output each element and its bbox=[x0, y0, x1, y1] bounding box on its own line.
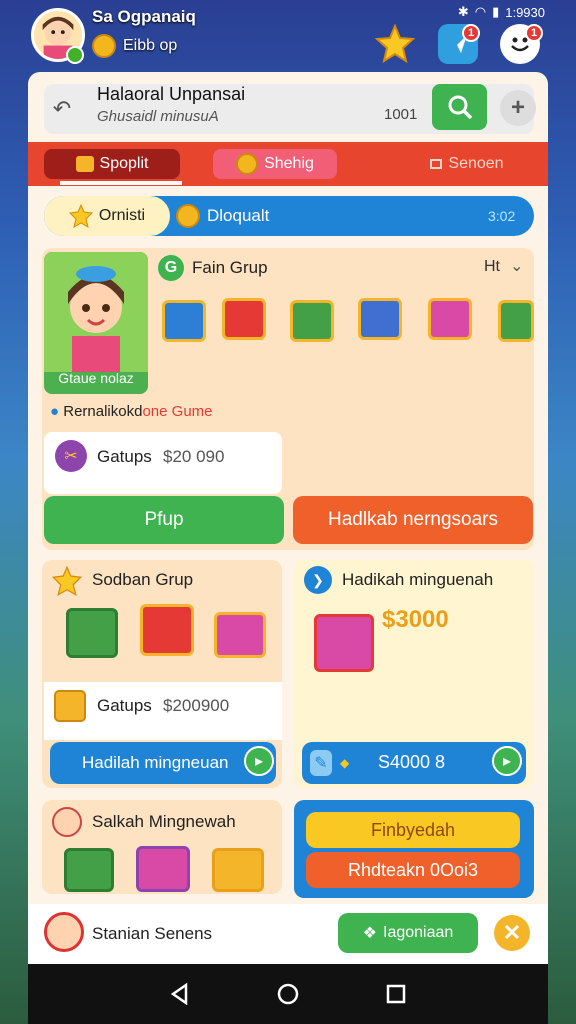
finbyedah-button[interactable]: Finbyedah bbox=[306, 812, 520, 848]
subtab-label: Ornisti bbox=[98, 207, 146, 224]
pickup-button[interactable]: Pfup bbox=[44, 496, 284, 544]
dice-icon[interactable] bbox=[64, 848, 114, 892]
gift-icon[interactable] bbox=[428, 298, 472, 340]
gift-icon[interactable] bbox=[222, 298, 266, 340]
character-portrait[interactable]: Gtaue nolaz bbox=[44, 252, 148, 394]
dice-icon[interactable] bbox=[66, 608, 118, 658]
back-icon[interactable]: ↶ bbox=[44, 92, 80, 126]
gift-icon[interactable] bbox=[214, 612, 266, 658]
tab-shehig[interactable]: Shehig bbox=[213, 149, 337, 179]
chat-icon: ❯ bbox=[304, 566, 332, 594]
search-count: 1001 bbox=[384, 106, 418, 123]
gift-icon[interactable] bbox=[162, 300, 206, 342]
subtab-ornisti[interactable]: Ornisti bbox=[44, 196, 170, 236]
subtab-timer: 3:02 bbox=[488, 208, 516, 224]
subtab-dloqualt[interactable]: Dloqualt bbox=[207, 206, 269, 226]
level-badge bbox=[66, 46, 84, 64]
sodban-label: Gatups bbox=[97, 696, 152, 715]
gift-icon[interactable] bbox=[290, 300, 334, 342]
wifi-icon: ◠ bbox=[474, 4, 487, 19]
sodban-cta-button[interactable]: Hadilah mingneuan bbox=[50, 742, 276, 784]
gift-icon[interactable] bbox=[358, 298, 402, 340]
tab-label: Shehig bbox=[264, 155, 314, 172]
search-button[interactable] bbox=[432, 84, 487, 130]
rhdteakn-button[interactable]: Rhdteakn 0Ooi3 bbox=[306, 852, 520, 888]
play-icon[interactable]: ▸ bbox=[244, 746, 274, 776]
star-icon bbox=[51, 565, 83, 597]
bottom-action-button[interactable]: ❖ Iagoniaan bbox=[338, 913, 478, 953]
leaf-icon: ❖ bbox=[362, 925, 378, 942]
search-icon bbox=[448, 95, 472, 120]
gift-icon[interactable] bbox=[212, 848, 264, 892]
tab-underline bbox=[60, 181, 182, 185]
potion-icon: ✎ bbox=[310, 750, 332, 776]
chest-icon bbox=[54, 690, 86, 722]
shop-label[interactable]: Eibb op bbox=[123, 37, 177, 55]
diamond-icon: ◆ bbox=[340, 756, 350, 770]
group-controls[interactable]: Ht bbox=[484, 258, 500, 276]
gift-icon[interactable] bbox=[314, 614, 374, 672]
ticket-icon: ✂ bbox=[55, 440, 87, 472]
back-nav-icon[interactable] bbox=[160, 978, 200, 1010]
gift-icon[interactable] bbox=[140, 604, 194, 656]
coin-icon bbox=[92, 34, 116, 58]
home-nav-icon[interactable] bbox=[268, 978, 308, 1010]
sakah-title: Salkah Mingnewah bbox=[92, 812, 236, 831]
box-icon bbox=[430, 159, 443, 169]
character-icon bbox=[52, 807, 82, 837]
group-icon: G bbox=[158, 255, 184, 281]
player-avatar-small[interactable] bbox=[44, 912, 84, 952]
girl-avatar-icon bbox=[44, 252, 148, 372]
notification-badge: 1 bbox=[462, 24, 480, 42]
portrait-caption: Gtaue nolaz bbox=[58, 370, 134, 386]
play-icon[interactable]: ▸ bbox=[492, 746, 522, 776]
notification-badge: 1 bbox=[525, 24, 543, 42]
tagline-a: Rernalikokd bbox=[63, 403, 143, 420]
search-title: Halaoral Unpansai bbox=[97, 84, 246, 104]
bottom-action-label: Iagoniaan bbox=[383, 924, 454, 941]
signal-icon: ▮ bbox=[492, 4, 500, 19]
tab-spoplit[interactable]: Spoplit bbox=[44, 149, 180, 179]
tagline-dot: ● bbox=[50, 403, 60, 420]
chevron-down-icon[interactable]: ⌄ bbox=[510, 256, 523, 276]
hadikah-cta-value: S4000 8 bbox=[378, 752, 446, 772]
coin-icon bbox=[236, 153, 259, 175]
group-title: Fain Grup bbox=[192, 258, 268, 277]
star-icon[interactable] bbox=[373, 22, 417, 66]
clock: 1:9930 bbox=[505, 4, 545, 20]
chest-icon bbox=[75, 156, 94, 172]
gift-icon[interactable] bbox=[136, 846, 190, 892]
sodban-title: Sodban Grup bbox=[92, 570, 194, 589]
right-cta-button[interactable]: Hadlkab nerngsoars bbox=[293, 496, 533, 544]
hadikah-title: Hadikah minguenah bbox=[342, 570, 494, 589]
recents-nav-icon[interactable] bbox=[376, 978, 416, 1010]
gift-icon[interactable] bbox=[498, 300, 534, 342]
coin-icon bbox=[176, 204, 200, 228]
tagline: ● Rernalikokdone Gume bbox=[50, 403, 213, 420]
bluetooth-icon: ✱ bbox=[457, 4, 469, 19]
hadikah-amount: $3000 bbox=[382, 606, 449, 633]
star-icon bbox=[68, 204, 93, 228]
add-button[interactable]: + bbox=[500, 90, 536, 126]
bottom-name: Stanian Senens bbox=[92, 924, 213, 943]
search-subtitle: Ghusaidl minusuA bbox=[97, 108, 219, 125]
status-bar: ✱ ◠ ▮ 1:9930 bbox=[385, 2, 545, 22]
close-icon[interactable]: ✕ bbox=[494, 915, 530, 951]
tab-label: Senoen bbox=[448, 155, 504, 172]
sodban-value: $200900 bbox=[163, 696, 230, 715]
tab-senoen[interactable]: Senoen bbox=[412, 149, 522, 179]
coupon-label: Gatups bbox=[97, 447, 152, 466]
player-name: Sa Ogpanaiq bbox=[92, 7, 196, 26]
tab-label: Spoplit bbox=[99, 155, 149, 172]
coupon-value: $20 090 bbox=[163, 447, 225, 466]
tagline-b: one Gume bbox=[142, 403, 213, 420]
